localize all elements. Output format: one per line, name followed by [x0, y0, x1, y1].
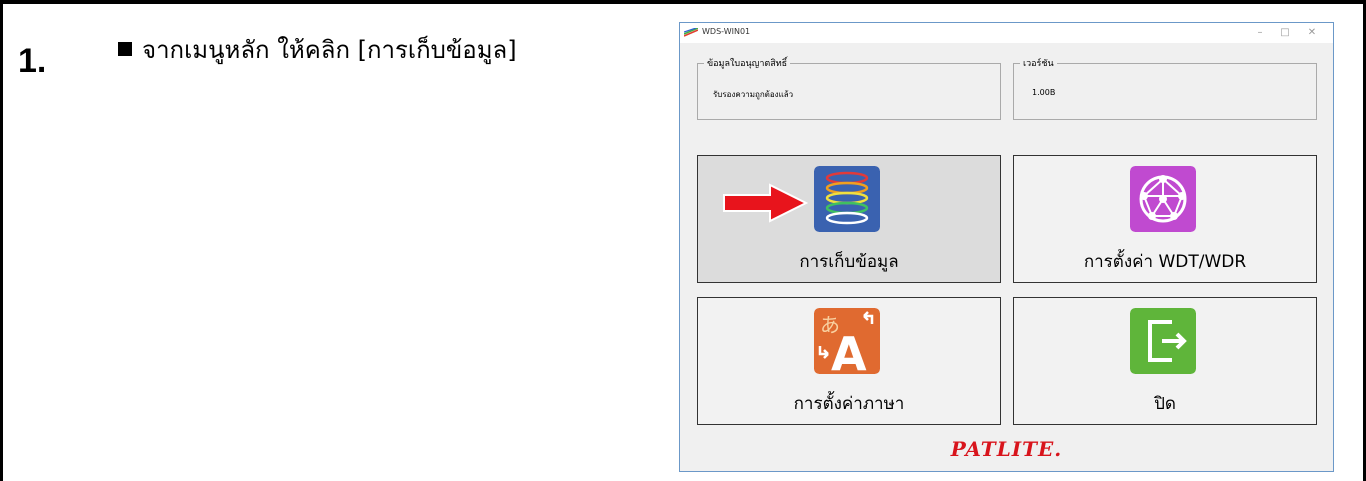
- wdt-wdr-settings-button[interactable]: การตั้งค่า WDT/WDR: [1013, 155, 1317, 283]
- close-button[interactable]: ✕: [1302, 25, 1322, 41]
- left-border: [0, 0, 3, 481]
- close-app-button[interactable]: ปิด: [1013, 297, 1317, 425]
- minimize-button[interactable]: –: [1250, 25, 1270, 41]
- step-number: 1.: [18, 42, 47, 80]
- close-app-label: ปิด: [1154, 394, 1176, 414]
- language-settings-button[interactable]: あ A การตั้งค่าภาษา: [697, 297, 1001, 425]
- page-frame: 1. จากเมนูหลัก ให้คลิก [การเก็บข้อมูล] W…: [0, 0, 1366, 481]
- language-settings-label: การตั้งค่าภาษา: [793, 394, 905, 414]
- square-bullet-icon: [118, 42, 132, 56]
- patlite-logo: PATLITE.: [950, 437, 1063, 461]
- exit-icon: [1130, 308, 1196, 374]
- step-instruction-text: จากเมนูหลัก ให้คลิก [การเก็บข้อมูล]: [142, 36, 517, 64]
- version-legend: เวอร์ชัน: [1020, 56, 1057, 70]
- app-icon: [684, 28, 698, 37]
- title-bar: WDS-WIN01 – □ ✕: [680, 23, 1333, 43]
- step-instruction: จากเมนูหลัก ให้คลิก [การเก็บข้อมูล]: [118, 30, 517, 69]
- data-collection-label: การเก็บข้อมูล: [799, 252, 899, 272]
- svg-text:A: A: [831, 327, 867, 374]
- license-status: รับรองความถูกต้องแล้ว: [713, 90, 794, 99]
- data-collection-rings-icon: [814, 166, 880, 232]
- top-border: [0, 0, 1366, 4]
- language-icon: あ A: [814, 308, 880, 374]
- app-window: WDS-WIN01 – □ ✕ ข้อมูลใบอนุญาตสิทธิ์ รับ…: [679, 22, 1334, 472]
- version-value: 1.00B: [1032, 88, 1056, 97]
- version-group: เวอร์ชัน 1.00B: [1013, 56, 1317, 120]
- license-info-legend: ข้อมูลใบอนุญาตสิทธิ์: [704, 56, 791, 70]
- window-title: WDS-WIN01: [702, 27, 751, 36]
- wdt-wdr-settings-label: การตั้งค่า WDT/WDR: [1083, 252, 1247, 272]
- red-arrow-icon: [723, 183, 808, 223]
- license-info-group: ข้อมูลใบอนุญาตสิทธิ์ รับรองความถูกต้องแล…: [697, 56, 1001, 120]
- network-sphere-icon: [1130, 166, 1196, 232]
- maximize-button[interactable]: □: [1275, 25, 1295, 41]
